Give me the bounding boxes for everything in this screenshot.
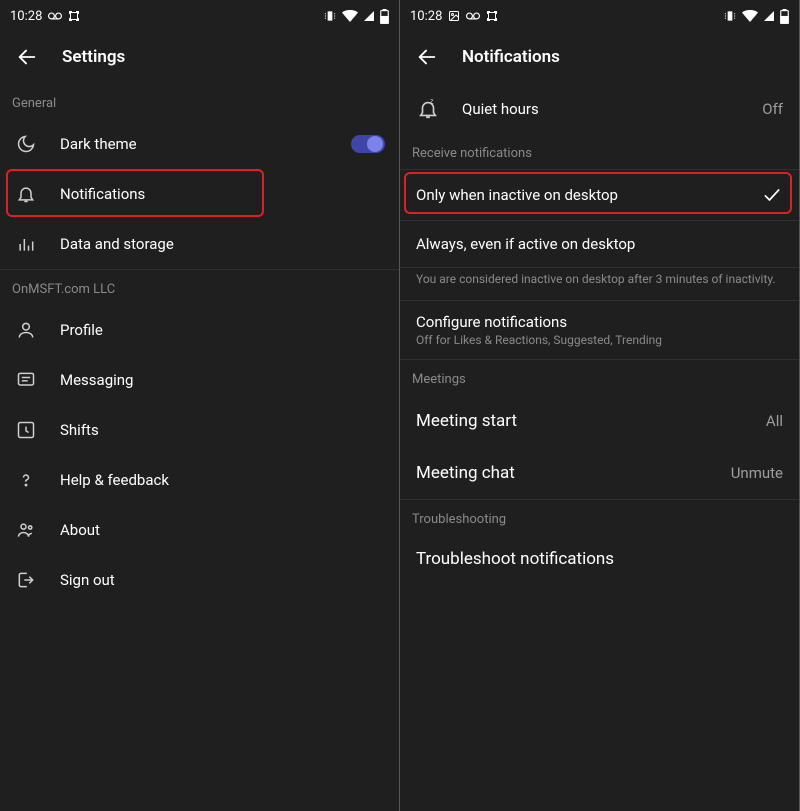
wifi-icon [342,10,358,22]
signal-icon [763,10,775,22]
about-row[interactable]: About [0,505,399,555]
back-button[interactable] [16,46,38,68]
meeting-start-row[interactable]: Meeting start All [400,395,799,447]
quiet-hours-value: Off [762,100,783,118]
notifications-row[interactable]: Notifications [0,169,399,219]
settings-screen: 10:28 Settings General Dark theme [0,0,400,811]
page-title: Notifications [462,47,560,67]
dark-theme-label: Dark theme [60,135,329,153]
clock-icon [14,418,38,442]
inactive-note: You are considered inactive on desktop a… [400,268,799,300]
configure-label: Configure notifications [416,313,783,331]
configure-sub: Off for Likes & Reactions, Suggested, Tr… [416,333,783,347]
option-inactive-row[interactable]: Only when inactive on desktop [400,170,799,220]
status-left: 10:28 [10,9,80,24]
help-label: Help & feedback [60,471,385,489]
clock: 10:28 [410,9,442,24]
check-icon [761,184,783,206]
data-storage-label: Data and storage [60,235,385,253]
vibrate-icon [723,9,737,23]
messaging-row[interactable]: Messaging [0,355,399,405]
screenshot-icon [68,10,80,22]
battery-icon [780,9,789,24]
status-right [323,9,389,24]
section-troubleshooting: Troubleshooting [400,500,799,535]
signout-row[interactable]: Sign out [0,555,399,605]
data-storage-row[interactable]: Data and storage [0,219,399,269]
about-label: About [60,521,385,539]
signout-label: Sign out [60,571,385,589]
quiet-hours-label: Quiet hours [462,100,740,118]
sleep-bell-icon: z [416,97,440,121]
dark-theme-row[interactable]: Dark theme [0,119,399,169]
profile-row[interactable]: Profile [0,305,399,355]
image-icon [448,10,460,22]
clock: 10:28 [10,9,42,24]
shifts-label: Shifts [60,421,385,439]
battery-icon [380,9,389,24]
messaging-label: Messaging [60,371,385,389]
wifi-icon [742,10,758,22]
meeting-chat-label: Meeting chat [416,463,713,483]
voicemail-icon [466,11,480,21]
section-general: General [0,84,399,119]
troubleshoot-label: Troubleshoot notifications [416,549,783,569]
bars-icon [14,232,38,256]
bell-icon [14,182,38,206]
configure-notifications-row[interactable]: Configure notifications Off for Likes & … [400,301,799,359]
voicemail-icon [48,11,62,21]
profile-label: Profile [60,321,385,339]
status-right [723,9,789,24]
meeting-start-label: Meeting start [416,411,748,431]
section-org: OnMSFT.com LLC [0,270,399,305]
notifications-label: Notifications [60,185,385,203]
quiet-hours-row[interactable]: z Quiet hours Off [400,84,799,134]
person-icon [14,318,38,342]
troubleshoot-row[interactable]: Troubleshoot notifications [400,535,799,583]
teams-icon [14,518,38,542]
option-always-row[interactable]: Always, even if active on desktop [400,221,799,267]
header: Notifications [400,32,799,84]
page-title: Settings [62,47,125,67]
section-receive: Receive notifications [400,134,799,169]
chat-icon [14,368,38,392]
signal-icon [363,10,375,22]
meeting-chat-row[interactable]: Meeting chat Unmute [400,447,799,499]
vibrate-icon [323,9,337,23]
status-bar: 10:28 [0,0,399,32]
arrow-left-icon [416,46,438,68]
section-meetings: Meetings [400,360,799,395]
svg-text:z: z [430,98,434,106]
shifts-row[interactable]: Shifts [0,405,399,455]
option-inactive-label: Only when inactive on desktop [416,186,743,204]
status-bar: 10:28 [400,0,799,32]
meeting-chat-value: Unmute [731,464,783,482]
signout-icon [14,568,38,592]
dark-theme-toggle[interactable] [351,135,385,153]
status-left: 10:28 [410,9,498,24]
back-button[interactable] [416,46,438,68]
meeting-start-value: All [766,412,783,430]
question-icon [14,468,38,492]
moon-icon [14,132,38,156]
help-row[interactable]: Help & feedback [0,455,399,505]
arrow-left-icon [16,46,38,68]
screenshot-icon [486,10,498,22]
notifications-screen: 10:28 Notifications z Quiet hours Off Re… [400,0,800,811]
header: Settings [0,32,399,84]
option-always-label: Always, even if active on desktop [416,235,783,253]
